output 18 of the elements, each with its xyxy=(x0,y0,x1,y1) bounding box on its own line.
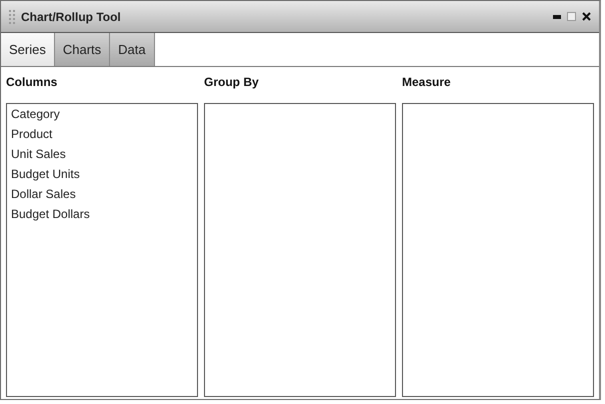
panel-heading: Group By xyxy=(204,75,260,89)
tab[interactable]: Series xyxy=(1,33,55,66)
list-item[interactable]: Product xyxy=(11,127,193,141)
list-item[interactable]: Category xyxy=(11,107,193,121)
grip-icon[interactable] xyxy=(9,10,15,24)
tab[interactable]: Charts xyxy=(54,33,110,66)
panel-heading: Measure xyxy=(402,75,452,89)
maximize-icon[interactable] xyxy=(567,12,576,21)
list-box[interactable]: Category Product Unit Sales Budget Units Dollar Sales Budget Dollars xyxy=(6,103,198,397)
list-item[interactable]: Unit Sales xyxy=(11,147,193,161)
list-item[interactable]: Budget Units xyxy=(11,167,193,181)
window-title: Chart/Rollup Tool xyxy=(21,10,122,24)
close-icon[interactable] xyxy=(582,12,591,21)
list-item[interactable]: Budget Dollars xyxy=(11,207,193,221)
tab[interactable]: Data xyxy=(110,33,155,66)
list-item[interactable]: Dollar Sales xyxy=(11,187,193,201)
panel-heading: Columns xyxy=(6,75,58,89)
minimize-icon[interactable] xyxy=(553,14,561,18)
